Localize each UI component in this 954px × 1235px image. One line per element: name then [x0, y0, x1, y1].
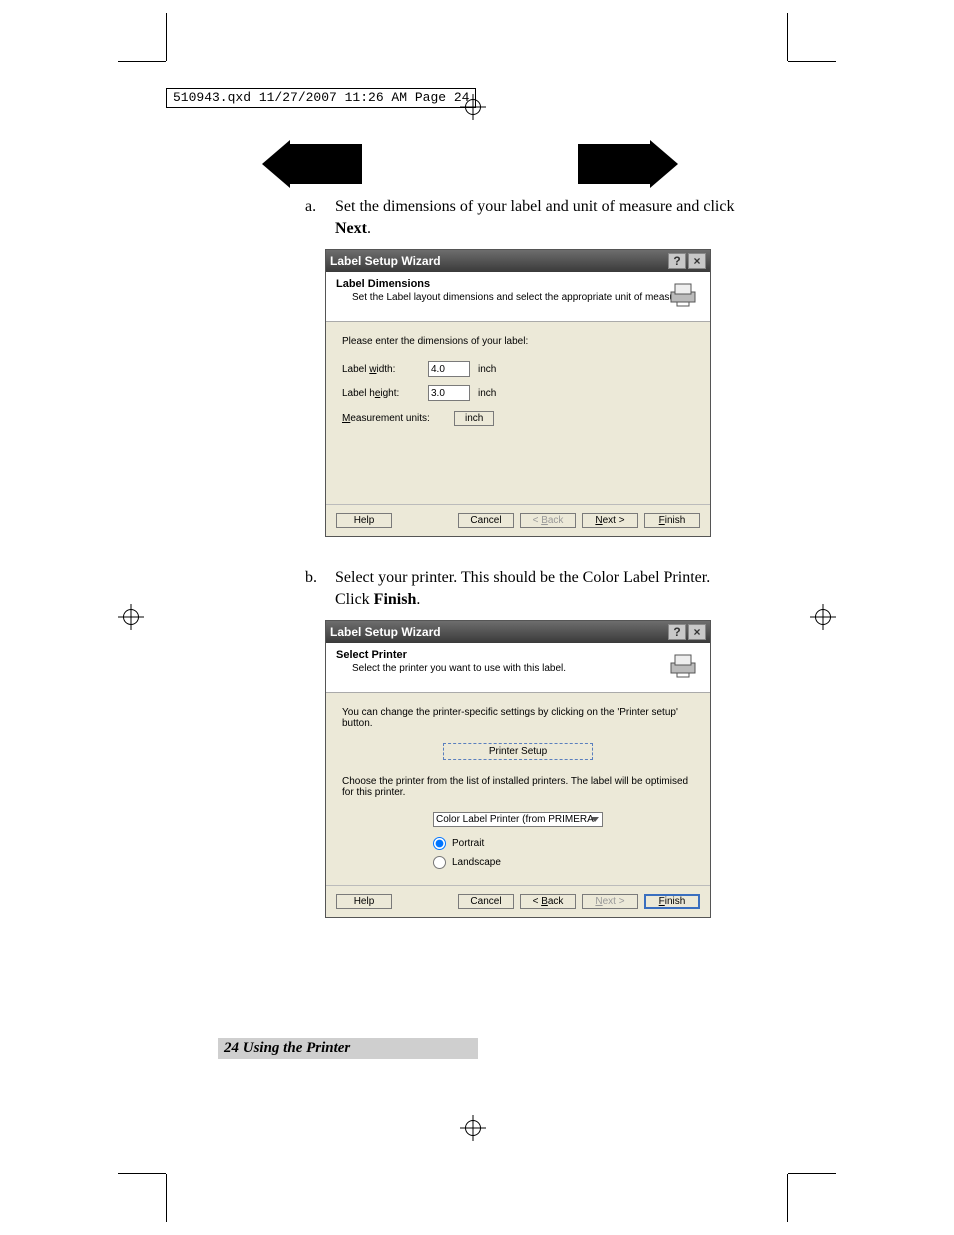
next-button[interactable]: Next >: [582, 513, 638, 528]
help-icon[interactable]: ?: [668, 624, 686, 640]
dialog1-header-title: Label Dimensions: [336, 278, 700, 290]
landscape-radio[interactable]: Landscape: [433, 856, 603, 869]
next-button: Next >: [582, 894, 638, 909]
dialog-select-printer: Label Setup Wizard ? × Select Printer Se…: [325, 620, 711, 918]
dialog2-header: Select Printer Select the printer you wa…: [326, 643, 710, 693]
dialog2-header-sub: Select the printer you want to use with …: [352, 663, 700, 674]
step-a-letter: a.: [305, 196, 321, 239]
portrait-radio[interactable]: Portrait: [433, 837, 603, 850]
dialog2-header-title: Select Printer: [336, 649, 700, 661]
label-width-row: Label width: inch: [342, 361, 694, 377]
back-button: < Back: [520, 513, 576, 528]
label-height-label: Label height:: [342, 388, 420, 399]
landscape-radio-input[interactable]: [433, 856, 446, 869]
printer-icon: [668, 278, 702, 308]
dialog2-title: Label Setup Wizard: [330, 625, 666, 639]
dialog2-titlebar: Label Setup Wizard ? ×: [326, 621, 710, 643]
prev-page-arrow-icon[interactable]: [290, 144, 362, 184]
step-a-text: Set the dimensions of your label and uni…: [335, 196, 735, 239]
portrait-label: Portrait: [452, 838, 484, 849]
dialog1-intro: Please enter the dimensions of your labe…: [342, 336, 694, 347]
section-title: Using the Printer: [243, 1040, 351, 1056]
step-b-letter: b.: [305, 567, 321, 610]
help-button[interactable]: Help: [336, 513, 392, 528]
label-width-unit: inch: [478, 364, 496, 375]
help-icon[interactable]: ?: [668, 253, 686, 269]
page-number: 24: [224, 1040, 239, 1056]
finish-button[interactable]: Finish: [644, 513, 700, 528]
portrait-radio-input[interactable]: [433, 837, 446, 850]
landscape-label: Landscape: [452, 857, 501, 868]
help-button[interactable]: Help: [336, 894, 392, 909]
page-footer: 24 Using the Printer: [218, 1038, 478, 1059]
measurement-units-label: Measurement units:: [342, 413, 446, 424]
dialog2-instr1: You can change the printer-specific sett…: [342, 707, 694, 729]
dialog1-titlebar: Label Setup Wizard ? ×: [326, 250, 710, 272]
back-button[interactable]: < Back: [520, 894, 576, 909]
dialog1-header-sub: Set the Label layout dimensions and sele…: [352, 292, 700, 303]
dialog1-buttons: Help Cancel < Back Next > Finish: [326, 504, 710, 536]
cancel-button[interactable]: Cancel: [458, 513, 514, 528]
dialog-label-dimensions: Label Setup Wizard ? × Label Dimensions …: [325, 249, 711, 537]
dialog1-body: Please enter the dimensions of your labe…: [326, 322, 710, 504]
close-icon[interactable]: ×: [688, 253, 706, 269]
step-b-text: Select your printer. This should be the …: [335, 567, 735, 610]
label-height-row: Label height: inch: [342, 385, 694, 401]
measurement-units-row: Measurement units: inch: [342, 411, 694, 426]
label-width-input[interactable]: [428, 361, 470, 377]
printer-icon: [668, 649, 702, 679]
close-icon[interactable]: ×: [688, 624, 706, 640]
cancel-button[interactable]: Cancel: [458, 894, 514, 909]
printer-setup-button[interactable]: Printer Setup: [443, 743, 593, 760]
finish-button[interactable]: Finish: [644, 894, 700, 909]
label-height-input[interactable]: [428, 385, 470, 401]
dialog2-buttons: Help Cancel < Back Next > Finish: [326, 885, 710, 917]
nav-arrows: [290, 140, 650, 188]
dialog2-instr2: Choose the printer from the list of inst…: [342, 776, 694, 798]
dialog2-body: You can change the printer-specific sett…: [326, 693, 710, 885]
slug-line: 510943.qxd 11/27/2007 11:26 AM Page 24: [166, 88, 476, 108]
label-width-label: Label width:: [342, 364, 420, 375]
step-a: a. Set the dimensions of your label and …: [305, 196, 735, 239]
dialog1-title: Label Setup Wizard: [330, 254, 666, 268]
printer-select[interactable]: Color Label Printer (from PRIMERA-: [433, 812, 603, 827]
dialog1-header: Label Dimensions Set the Label layout di…: [326, 272, 710, 322]
orientation-group: Portrait Landscape: [433, 837, 603, 869]
next-page-arrow-icon[interactable]: [578, 144, 650, 184]
label-height-unit: inch: [478, 388, 496, 399]
measurement-units-select[interactable]: inch: [454, 411, 494, 426]
step-b: b. Select your printer. This should be t…: [305, 567, 735, 610]
